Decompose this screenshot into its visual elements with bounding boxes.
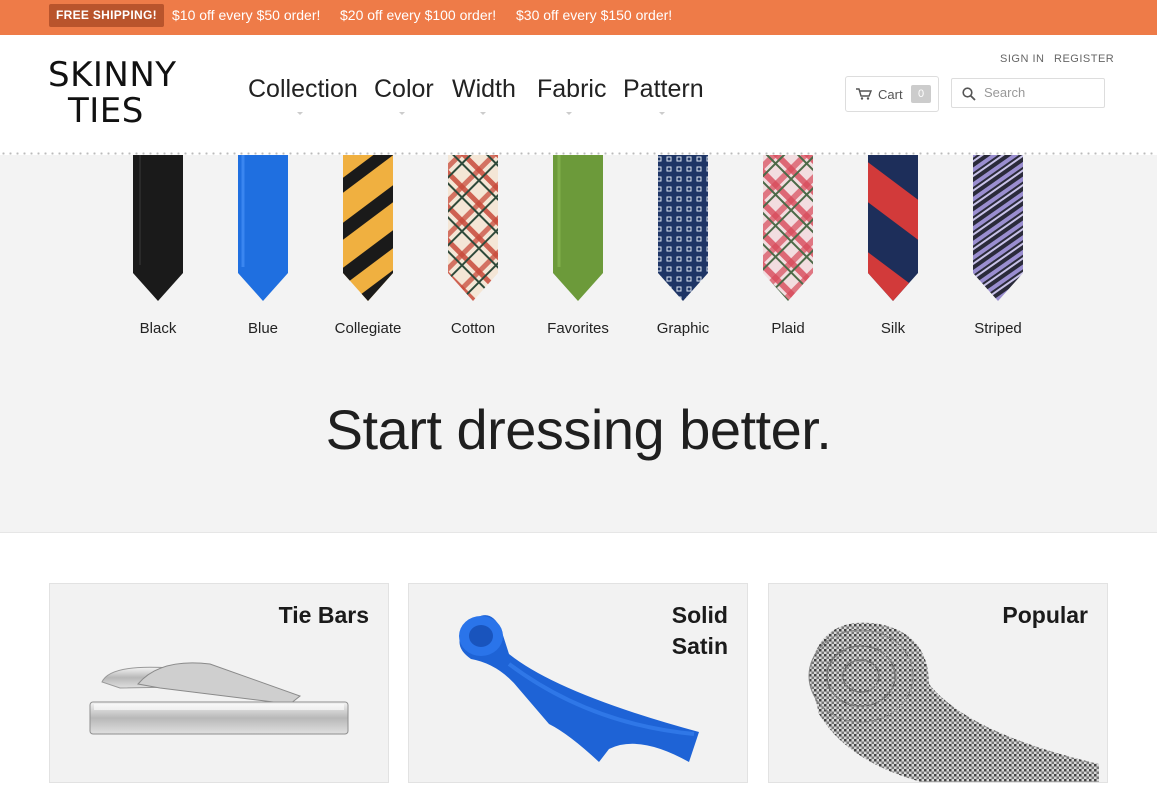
category-label: Striped bbox=[974, 320, 1022, 337]
category-silk[interactable]: Silk bbox=[843, 155, 943, 345]
promo-offer-2: $20 off every $100 order! bbox=[340, 7, 497, 23]
card-title-line: Tie Bars bbox=[278, 602, 369, 628]
tie-image bbox=[133, 155, 183, 301]
cart-label: Cart bbox=[878, 87, 903, 102]
tie-image bbox=[238, 155, 288, 301]
tie-image bbox=[658, 155, 708, 301]
stitch-divider bbox=[0, 152, 1157, 155]
chevron-down-icon bbox=[566, 112, 572, 115]
cart-button[interactable]: Cart 0 bbox=[845, 76, 939, 112]
nav-width[interactable]: Width bbox=[452, 75, 516, 104]
category-label: Plaid bbox=[771, 320, 805, 337]
logo-line-2: TIES bbox=[68, 91, 144, 131]
tie-image bbox=[973, 155, 1023, 301]
category-blue[interactable]: Blue bbox=[213, 155, 313, 345]
hero-section: Black Blue Collegiate Cotton Favorites G… bbox=[0, 155, 1157, 533]
card-popular[interactable]: Popular bbox=[768, 583, 1108, 783]
promo-offer-1: $10 off every $50 order! bbox=[172, 7, 321, 23]
card-title: Solid Satin bbox=[672, 600, 728, 662]
tie-image bbox=[553, 155, 603, 301]
category-black[interactable]: Black bbox=[108, 155, 208, 345]
category-cotton[interactable]: Cotton bbox=[423, 155, 523, 345]
promo-offer-3: $30 off every $150 order! bbox=[516, 7, 673, 23]
search-box bbox=[951, 78, 1105, 108]
chevron-down-icon bbox=[399, 112, 405, 115]
register-link[interactable]: REGISTER bbox=[1054, 53, 1114, 65]
card-title: Popular bbox=[1002, 600, 1088, 631]
logo-line-1: SKINNY bbox=[48, 55, 177, 95]
nav-fabric[interactable]: Fabric bbox=[537, 75, 606, 104]
promo-bar: FREE SHIPPING! $10 off every $50 order! … bbox=[0, 0, 1157, 35]
category-label: Favorites bbox=[547, 320, 609, 337]
site-header: SKINNY TIES Collection Color Width Fabri… bbox=[0, 35, 1157, 155]
category-label: Collegiate bbox=[334, 320, 402, 337]
category-collegiate[interactable]: Collegiate bbox=[318, 155, 418, 345]
tie-image bbox=[448, 155, 498, 301]
card-title: Tie Bars bbox=[279, 600, 369, 631]
card-title-line: Solid bbox=[671, 602, 728, 628]
category-label: Cotton bbox=[450, 320, 496, 337]
card-tie-bars[interactable]: Tie Bars bbox=[49, 583, 389, 783]
category-plaid[interactable]: Plaid bbox=[738, 155, 838, 345]
nav-color[interactable]: Color bbox=[374, 75, 434, 104]
category-label: Graphic bbox=[656, 320, 710, 337]
search-input[interactable] bbox=[984, 85, 1099, 100]
chevron-down-icon bbox=[480, 112, 486, 115]
card-title-line: Satin bbox=[671, 633, 728, 659]
cart-count-badge: 0 bbox=[911, 85, 931, 103]
category-favorites[interactable]: Favorites bbox=[528, 155, 628, 345]
nav-pattern[interactable]: Pattern bbox=[623, 75, 704, 104]
category-label: Black bbox=[139, 320, 177, 337]
category-graphic[interactable]: Graphic bbox=[633, 155, 733, 345]
category-label: Blue bbox=[247, 320, 279, 337]
chevron-down-icon bbox=[297, 112, 303, 115]
free-shipping-badge: FREE SHIPPING! bbox=[49, 4, 164, 27]
site-logo[interactable]: SKINNY TIES bbox=[48, 57, 178, 135]
nav-collection[interactable]: Collection bbox=[248, 75, 358, 104]
sign-in-link[interactable]: SIGN IN bbox=[1000, 53, 1044, 65]
tie-image bbox=[343, 155, 393, 301]
category-label: Silk bbox=[880, 320, 906, 337]
card-solid-satin[interactable]: Solid Satin bbox=[408, 583, 748, 783]
search-icon bbox=[962, 87, 976, 101]
chevron-down-icon bbox=[659, 112, 665, 115]
category-striped[interactable]: Striped bbox=[948, 155, 1048, 345]
hero-headline: Start dressing better. bbox=[325, 398, 832, 461]
cart-icon bbox=[856, 88, 872, 100]
tie-image bbox=[763, 155, 813, 301]
card-title-line: Popular bbox=[1002, 602, 1088, 628]
tie-image bbox=[868, 155, 918, 301]
